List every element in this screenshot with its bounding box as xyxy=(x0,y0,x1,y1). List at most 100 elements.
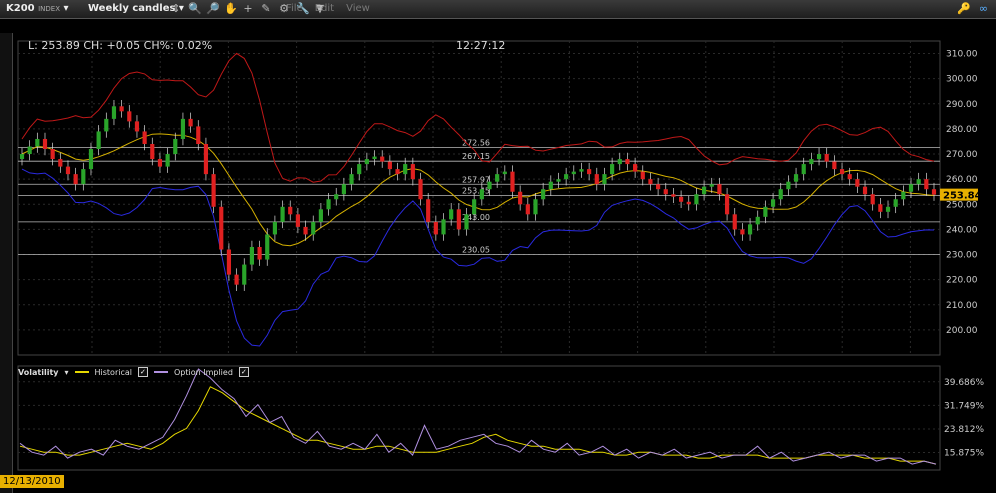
candle-body xyxy=(165,154,170,167)
candle-body xyxy=(180,118,186,139)
candle-body xyxy=(610,164,615,175)
y-tick-label: 280.00 xyxy=(946,125,978,135)
candle-body xyxy=(556,179,561,182)
candle-body xyxy=(318,209,323,222)
candle-body xyxy=(717,184,722,195)
candle-body xyxy=(119,106,124,112)
volatility-chart[interactable]: 39.686%31.749%23.812%15.875%Apr '11Jul '… xyxy=(0,364,996,475)
y-tick-label: 210.00 xyxy=(946,301,978,311)
candle-body xyxy=(50,149,55,160)
menu-edit[interactable]: Edit xyxy=(315,3,334,14)
candle-body xyxy=(495,174,500,182)
candle-body xyxy=(694,194,699,205)
zoom-in-icon[interactable]: 🔍 xyxy=(188,2,202,15)
level-label: 257.97 xyxy=(462,175,490,184)
zoom-out-icon[interactable]: 🔎 xyxy=(206,2,220,15)
implied-checkbox[interactable]: ✓ xyxy=(238,367,249,377)
candle-body xyxy=(203,143,209,175)
key-icon[interactable]: 🔑 xyxy=(957,2,971,15)
candle-body xyxy=(671,194,676,197)
candle-body xyxy=(579,169,584,172)
candle-body xyxy=(541,189,546,200)
candle-body xyxy=(219,206,224,250)
candle-body xyxy=(73,174,78,185)
candle-body xyxy=(747,224,753,235)
candle-body xyxy=(96,131,101,150)
symbol-text: K200 xyxy=(6,3,35,14)
candle-body xyxy=(127,111,132,122)
candle-body xyxy=(196,126,201,144)
candle-body xyxy=(786,181,791,190)
candle-body xyxy=(847,174,852,180)
candle-body xyxy=(502,171,507,175)
candle-body xyxy=(173,138,178,155)
candle-body xyxy=(249,246,255,265)
y-tick-label: 260.00 xyxy=(946,175,978,185)
title-bar: K200 INDEX ▾ Weekly candles ▾ ⇕ 🔍 🔎 ✋ + … xyxy=(0,0,996,19)
candle-body xyxy=(617,159,622,165)
candle-body xyxy=(433,221,438,235)
candle-body xyxy=(380,156,385,162)
candle-body xyxy=(42,138,48,150)
candle-body xyxy=(410,164,415,180)
candle-body xyxy=(387,161,392,170)
candle-body xyxy=(809,159,814,165)
candle-body xyxy=(395,169,400,175)
price-tag-label: 253.84 xyxy=(943,191,982,202)
candle-body xyxy=(142,131,147,144)
candle-body xyxy=(111,106,117,119)
y-tick-label: 200.00 xyxy=(946,326,978,336)
symbol-label[interactable]: K200 INDEX ▾ xyxy=(6,3,69,14)
candle-body xyxy=(27,146,32,155)
candle-body xyxy=(456,209,461,230)
chart-mode-label: Weekly candles xyxy=(88,3,176,14)
candle-body xyxy=(564,174,569,180)
crosshair-icon[interactable]: + xyxy=(242,2,254,15)
vol-y-tick-label: 23.812% xyxy=(944,425,984,435)
candle-body xyxy=(640,171,645,180)
candle-body xyxy=(816,154,822,160)
volatility-title: Volatility xyxy=(18,367,59,377)
arrows-icon[interactable]: ⇕ xyxy=(170,2,182,15)
candle-body xyxy=(701,186,707,195)
candle-body xyxy=(510,171,515,192)
candle-body xyxy=(740,229,745,235)
candle-body xyxy=(732,214,737,230)
candle-body xyxy=(709,184,714,187)
candle-body xyxy=(334,194,339,200)
quote-readout: L: 253.89 CH: +0.05 CH%: 0.02% xyxy=(28,39,212,52)
hand-icon[interactable]: ✋ xyxy=(224,2,238,15)
price-chart[interactable]: 310.00 300.00 290.00 280.00 270.00 260.00 250.… xyxy=(0,33,996,363)
volatility-dropdown-icon[interactable]: ▾ xyxy=(64,368,68,377)
y-tick-label: 240.00 xyxy=(946,225,978,235)
candle-body xyxy=(571,171,576,175)
candle-body xyxy=(464,214,469,230)
candle-body xyxy=(878,204,883,212)
pencil-icon[interactable]: ✎ xyxy=(260,2,272,15)
candle-body xyxy=(295,214,300,227)
implied-legend-label: Option Implied xyxy=(173,367,233,377)
candle-body xyxy=(150,143,155,160)
candle-body xyxy=(924,179,929,190)
candle-body xyxy=(280,206,285,222)
candle-body xyxy=(602,174,607,185)
vol-y-tick-label: 39.686% xyxy=(944,378,984,388)
candle-body xyxy=(265,234,270,260)
candle-body xyxy=(587,169,592,175)
candle-body xyxy=(908,184,914,192)
historical-checkbox[interactable]: ✓ xyxy=(137,367,148,377)
candle-body xyxy=(349,174,354,185)
candle-body xyxy=(533,199,538,215)
y-tick-label: 290.00 xyxy=(946,100,978,110)
y-tick-label: 220.00 xyxy=(946,276,978,286)
y-tick-label: 270.00 xyxy=(946,150,978,160)
candle-body xyxy=(839,169,845,175)
candle-body xyxy=(104,118,109,132)
candle-body xyxy=(855,179,860,187)
candle-body xyxy=(525,204,530,215)
link-icon[interactable]: ∞ xyxy=(979,2,988,15)
candle-body xyxy=(832,161,837,170)
candle-body xyxy=(885,206,891,212)
menu-view[interactable]: View xyxy=(346,3,370,14)
menu-file[interactable]: File xyxy=(286,3,303,14)
